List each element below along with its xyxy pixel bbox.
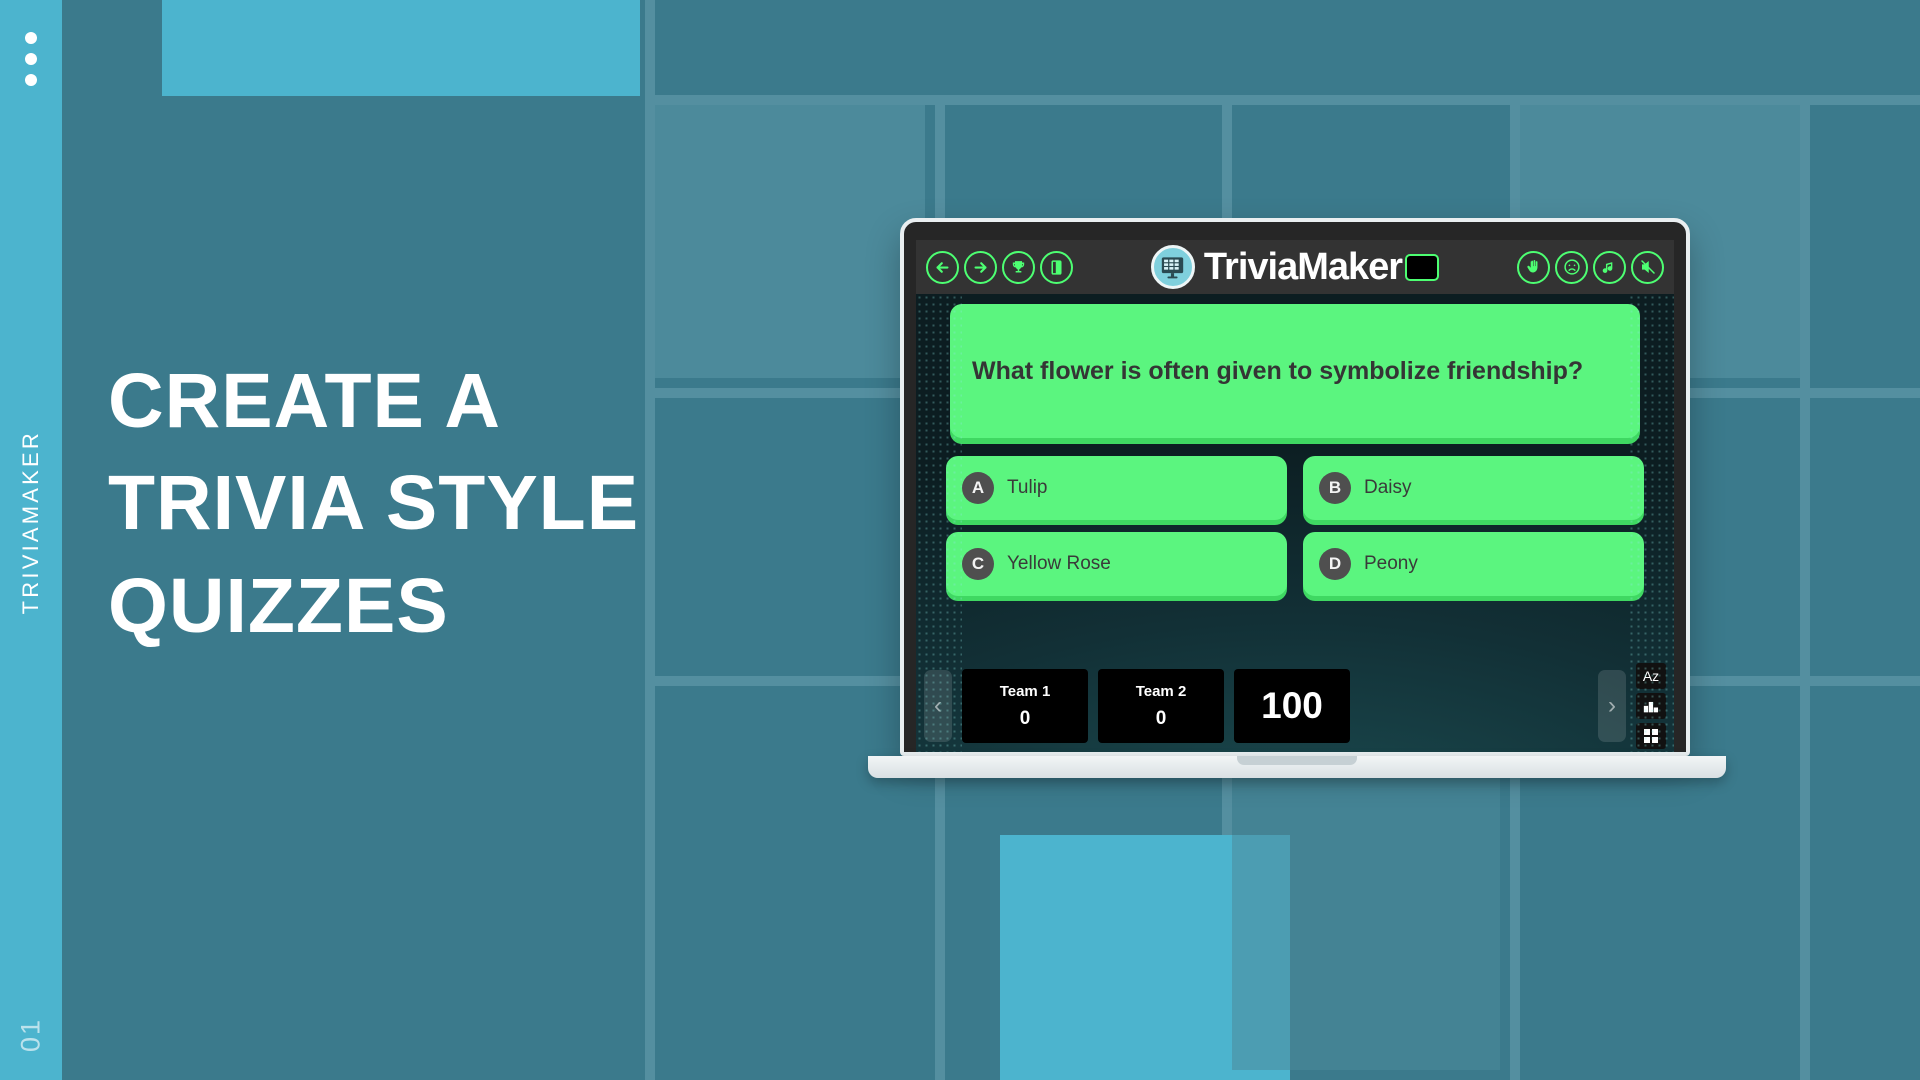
app-toolbar: TriviaMaker ❤ bbox=[916, 240, 1674, 294]
sad-face-icon[interactable] bbox=[1555, 250, 1588, 284]
answer-option-b[interactable]: B Daisy bbox=[1303, 456, 1644, 520]
team-score-2: 0 bbox=[1155, 707, 1167, 729]
question-card: What flower is often given to symbolize … bbox=[950, 304, 1640, 438]
answer-key-d: D bbox=[1319, 548, 1351, 580]
headline-line-1: Create a bbox=[108, 358, 501, 444]
trophy-icon[interactable] bbox=[1002, 250, 1035, 284]
answer-key-c: C bbox=[962, 548, 994, 580]
music-note-icon[interactable] bbox=[1593, 250, 1626, 284]
forward-arrow-icon[interactable] bbox=[964, 250, 997, 284]
page-title: Create a Trivia Style Quizzes bbox=[108, 350, 798, 657]
score-bar: ‹ Team 1 0 Team 2 0 100 › Az bbox=[916, 663, 1674, 752]
left-accent-rail: TRIVIAMAKER 01 bbox=[0, 0, 62, 1080]
exit-door-icon[interactable] bbox=[1040, 250, 1073, 284]
mute-speaker-icon[interactable] bbox=[1631, 250, 1664, 284]
laptop-screen: TriviaMaker ❤ What flower is often given… bbox=[900, 218, 1690, 756]
slide-canvas: TRIVIAMAKER 01 Create a Trivia Style Qui… bbox=[0, 0, 1920, 1080]
team-score-1: 0 bbox=[1019, 707, 1031, 729]
laptop-base bbox=[868, 756, 1726, 778]
answer-text-a: Tulip bbox=[1007, 477, 1048, 498]
vertical-brand-label: TRIVIAMAKER bbox=[18, 430, 43, 615]
answer-grid: A Tulip B Daisy C Yellow Rose D Peony bbox=[946, 456, 1644, 596]
grid-glyph bbox=[1644, 729, 1658, 743]
answer-text-c: Yellow Rose bbox=[1007, 553, 1111, 574]
brand-lockup: TriviaMaker ❤ bbox=[1077, 245, 1513, 289]
laptop-notch bbox=[1237, 756, 1357, 765]
back-arrow-icon[interactable] bbox=[926, 250, 959, 284]
leaderboard-button[interactable] bbox=[1636, 693, 1666, 719]
answer-option-a[interactable]: A Tulip bbox=[946, 456, 1287, 520]
toolbar-right-group bbox=[1517, 250, 1664, 284]
answer-key-b: B bbox=[1319, 472, 1351, 504]
menu-dots-icon[interactable] bbox=[25, 32, 37, 86]
clap-hand-icon[interactable] bbox=[1517, 250, 1550, 284]
team-card-2[interactable]: Team 2 0 bbox=[1098, 669, 1224, 743]
points-value: 100 bbox=[1234, 669, 1350, 743]
heart-reaction-chip[interactable]: ❤ bbox=[1405, 253, 1440, 281]
sort-az-button[interactable]: Az bbox=[1636, 663, 1666, 689]
team-name-2: Team 2 bbox=[1135, 682, 1187, 700]
grid-view-button[interactable] bbox=[1636, 723, 1666, 749]
headline-line-2: Trivia Style bbox=[108, 460, 640, 547]
question-text: What flower is often given to symbolize … bbox=[972, 356, 1584, 385]
laptop-mockup: TriviaMaker ❤ What flower is often given… bbox=[868, 218, 1726, 778]
next-team-button[interactable]: › bbox=[1598, 670, 1626, 742]
answer-option-c[interactable]: C Yellow Rose bbox=[946, 532, 1287, 596]
answer-option-d[interactable]: D Peony bbox=[1303, 532, 1644, 596]
slide-number: 01 bbox=[15, 1017, 46, 1052]
grid-monitor-icon bbox=[1150, 245, 1195, 289]
team-name-1: Team 1 bbox=[999, 682, 1051, 700]
team-card-1[interactable]: Team 1 0 bbox=[962, 669, 1088, 743]
headline-line-3: Quizzes bbox=[108, 562, 449, 649]
score-bar-tools: Az bbox=[1636, 663, 1666, 749]
toolbar-left-group bbox=[926, 250, 1073, 284]
prev-team-button[interactable]: ‹ bbox=[924, 670, 952, 742]
answer-text-d: Peony bbox=[1364, 553, 1418, 574]
answer-text-b: Daisy bbox=[1364, 477, 1412, 498]
brand-name: TriviaMaker bbox=[1203, 245, 1403, 288]
quiz-screen: What flower is often given to symbolize … bbox=[916, 294, 1674, 752]
answer-key-a: A bbox=[962, 472, 994, 504]
